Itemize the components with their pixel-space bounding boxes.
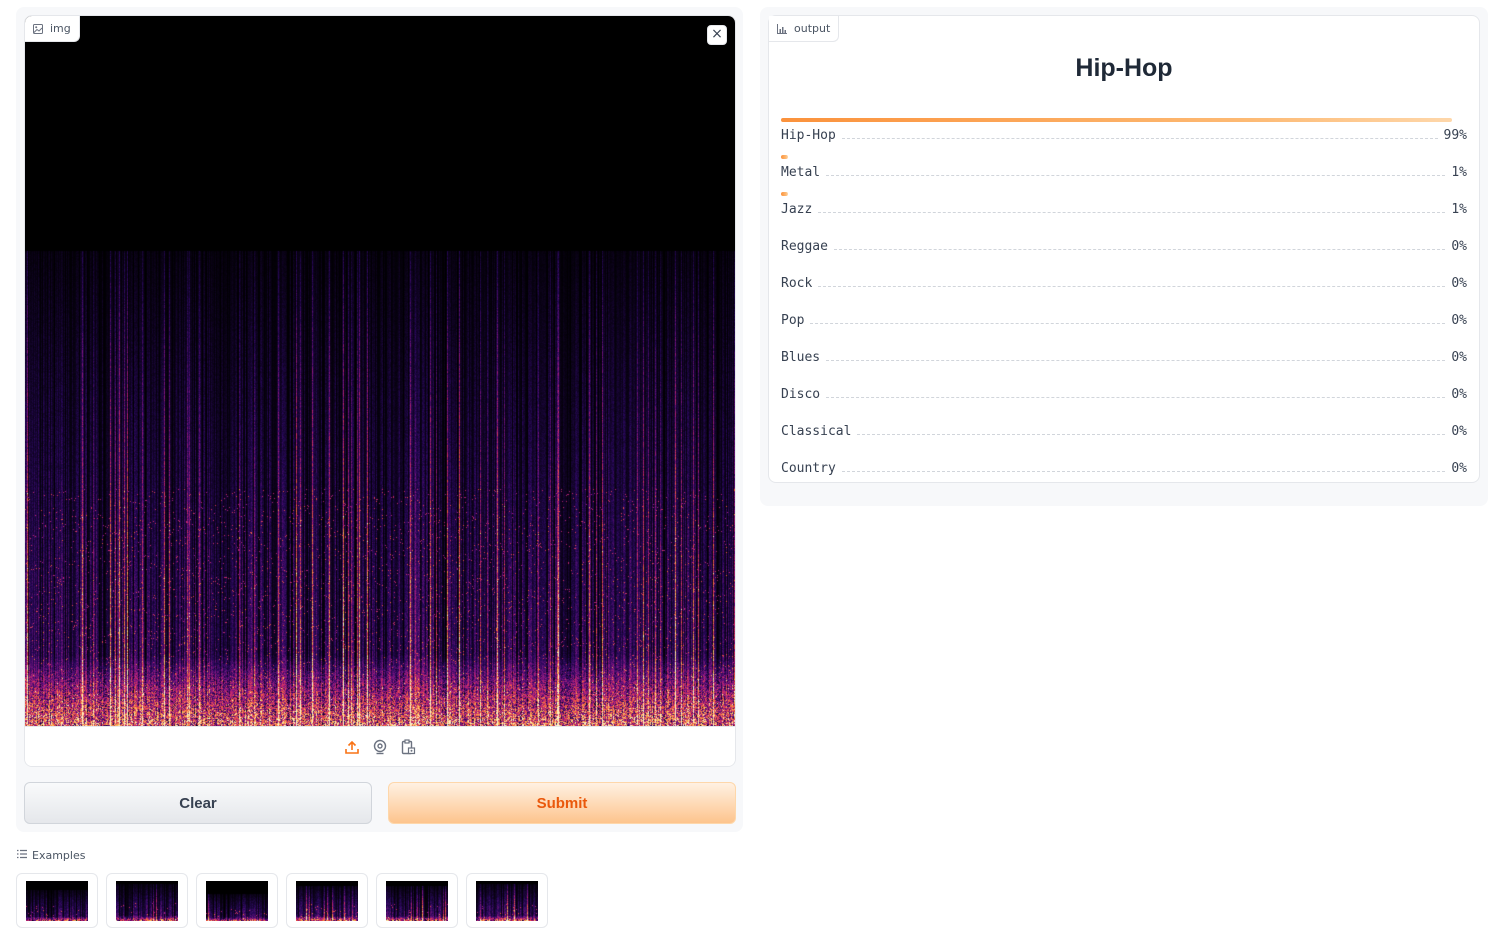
confidence-label: Classical: [781, 424, 852, 439]
confidence-row: Disco 0%: [781, 369, 1467, 406]
confidence-row: Jazz 1%: [781, 184, 1467, 221]
examples-list: [16, 873, 548, 928]
confidence-dotted-leader: [818, 286, 1446, 287]
example-spectrogram-image: [116, 880, 178, 921]
confidence-row: Hip-Hop 99%: [781, 110, 1467, 147]
image-icon: [33, 23, 43, 34]
confidence-value: 0%: [1451, 461, 1467, 476]
confidence-value: 0%: [1451, 350, 1467, 365]
example-spectrogram-image: [296, 880, 358, 921]
confidence-row: Blues 0%: [781, 332, 1467, 369]
confidence-label: Country: [781, 461, 836, 476]
confidence-dotted-leader: [810, 323, 1446, 324]
confidence-value: 0%: [1451, 387, 1467, 402]
clear-button[interactable]: Clear: [24, 782, 372, 824]
confidence-row: Pop 0%: [781, 295, 1467, 332]
confidence-bar: [781, 118, 1452, 122]
confidence-value: 99%: [1443, 128, 1467, 143]
confidence-value: 0%: [1451, 276, 1467, 291]
example-spectrogram-image: [206, 880, 268, 921]
example-thumbnail[interactable]: [16, 873, 98, 928]
confidence-dotted-leader: [833, 249, 1446, 250]
confidence-bar: [781, 155, 788, 159]
confidence-dotted-leader: [826, 360, 1446, 361]
bar-chart-icon: [777, 23, 787, 34]
predicted-label: Hip-Hop: [1075, 54, 1173, 82]
confidence-dotted-leader: [841, 471, 1446, 472]
image-label-text: img: [50, 22, 71, 35]
example-spectrogram-image: [476, 880, 538, 921]
input-panel: img × Clear Submit: [16, 7, 743, 832]
label-output: output Hip-Hop Hip-Hop 99% Metal 1% Jazz 1% Re…: [768, 15, 1480, 483]
output-block-label: output: [769, 16, 840, 42]
remove-image-button[interactable]: ×: [707, 25, 727, 45]
confidence-dotted-leader: [841, 138, 1438, 139]
output-label-text: output: [794, 22, 831, 35]
confidence-dotted-leader: [857, 434, 1446, 435]
confidence-dotted-leader: [818, 212, 1446, 213]
confidence-row: Rock 0%: [781, 258, 1467, 295]
confidence-value: 1%: [1451, 202, 1467, 217]
confidence-label: Blues: [781, 350, 821, 365]
image-source-toolbar: [25, 726, 735, 766]
image-input[interactable]: img ×: [24, 15, 736, 767]
confidence-bar: [781, 192, 788, 196]
confidence-row: Metal 1%: [781, 147, 1467, 184]
confidence-list: Hip-Hop 99% Metal 1% Jazz 1% Reggae 0% Rock 0% Pop…: [781, 110, 1467, 480]
upload-icon[interactable]: [344, 739, 360, 755]
example-thumbnail[interactable]: [196, 873, 278, 928]
confidence-row: Classical 0%: [781, 406, 1467, 443]
example-thumbnail[interactable]: [466, 873, 548, 928]
image-block-label: img: [25, 16, 80, 42]
confidence-dotted-leader: [826, 397, 1446, 398]
examples-header-text: Examples: [32, 849, 86, 862]
example-thumbnail[interactable]: [286, 873, 368, 928]
confidence-dotted-leader: [826, 175, 1446, 176]
list-icon: [17, 849, 27, 862]
examples-header: Examples: [17, 849, 85, 862]
example-spectrogram-image: [386, 880, 448, 921]
confidence-value: 0%: [1451, 239, 1467, 254]
clipboard-icon[interactable]: [400, 738, 416, 755]
confidence-label: Metal: [781, 165, 821, 180]
example-thumbnail[interactable]: [376, 873, 458, 928]
confidence-row: Country 0%: [781, 443, 1467, 480]
submit-button[interactable]: Submit: [388, 782, 736, 824]
example-thumbnail[interactable]: [106, 873, 188, 928]
webcam-icon[interactable]: [372, 739, 388, 755]
confidence-value: 0%: [1451, 424, 1467, 439]
confidence-row: Reggae 0%: [781, 221, 1467, 258]
output-panel: output Hip-Hop Hip-Hop 99% Metal 1% Jazz 1% Re…: [760, 7, 1488, 506]
confidence-value: 0%: [1451, 313, 1467, 328]
example-spectrogram-image: [26, 880, 88, 921]
confidence-label: Rock: [781, 276, 813, 291]
confidence-label: Reggae: [781, 239, 828, 254]
confidence-label: Disco: [781, 387, 821, 402]
spectrogram-image: [25, 16, 735, 726]
confidence-value: 1%: [1451, 165, 1467, 180]
confidence-label: Hip-Hop: [781, 128, 836, 143]
confidence-label: Jazz: [781, 202, 813, 217]
confidence-label: Pop: [781, 313, 805, 328]
